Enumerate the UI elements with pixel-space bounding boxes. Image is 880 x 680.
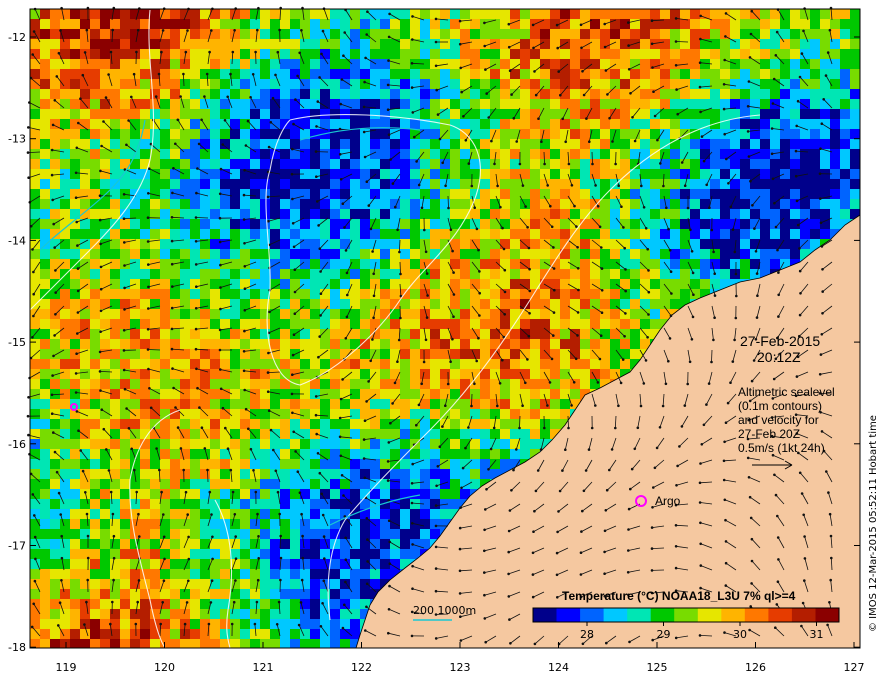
x-tick-label: 124 <box>548 661 569 674</box>
sst-map: 119 120 121 122 123 124 125 126 127 -12 -13 -14 -15… <box>8 6 879 674</box>
colorbar-tick-label: 29 <box>657 628 671 641</box>
y-tick-label: -18 <box>8 641 26 654</box>
altimetry-note-line: (0.1m contours) <box>738 399 822 413</box>
altimetry-note-line: Altimetric sealevel <box>738 385 835 399</box>
colorbar-tick-label: 31 <box>810 628 824 641</box>
y-tick-label: -16 <box>8 438 26 451</box>
altimetry-note-line: 0.5m/s (1kt 24h) <box>738 441 825 455</box>
x-tick-label: 125 <box>647 661 668 674</box>
y-tick-label: -14 <box>8 234 26 247</box>
x-tick-label: 121 <box>253 661 274 674</box>
y-tick-label: -13 <box>8 133 26 146</box>
x-tick-label: 126 <box>745 661 766 674</box>
argo-label: Argo <box>655 494 681 508</box>
x-tick-label: 120 <box>154 661 175 674</box>
x-tick-label: 122 <box>351 661 372 674</box>
colorbar-title: Temperature (°C) NOAA18_L3U 7% ql>=4 <box>562 589 796 603</box>
y-tick-label: -15 <box>8 336 26 349</box>
time-label: 20:12Z <box>757 349 801 365</box>
altimetry-note-line: and velocity for <box>738 413 819 427</box>
y-tick-label: -17 <box>8 540 26 553</box>
x-tick-label: 127 <box>844 661 865 674</box>
colorbar-tick-label: 30 <box>733 628 747 641</box>
x-tick-label: 119 <box>56 661 77 674</box>
altimetry-note-line: 27-Feb 20Z <box>738 427 800 441</box>
colorbar-tick-label: 28 <box>580 628 594 641</box>
x-tick-label: 123 <box>450 661 471 674</box>
depth-legend-label: 200 1000m <box>413 604 476 617</box>
y-tick-label: -12 <box>8 31 26 44</box>
colorbar <box>532 607 840 623</box>
credit-text: © IMOS 12-Mar-2015 05:52:11 Hobart time <box>868 415 879 632</box>
date-label: 27-Feb-2015 <box>740 333 820 349</box>
